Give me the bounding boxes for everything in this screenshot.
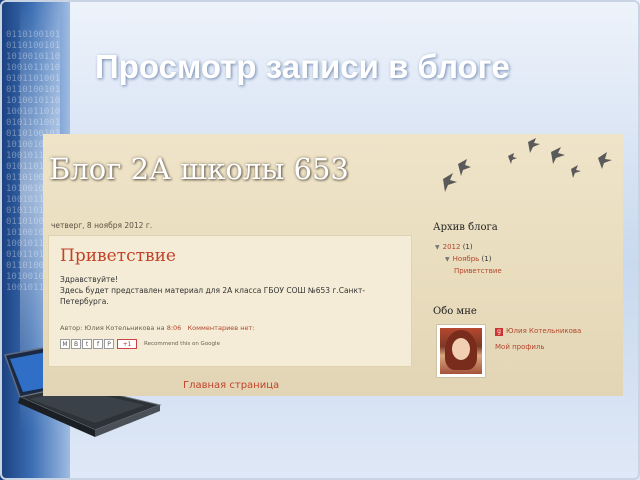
slide-frame <box>0 0 640 480</box>
